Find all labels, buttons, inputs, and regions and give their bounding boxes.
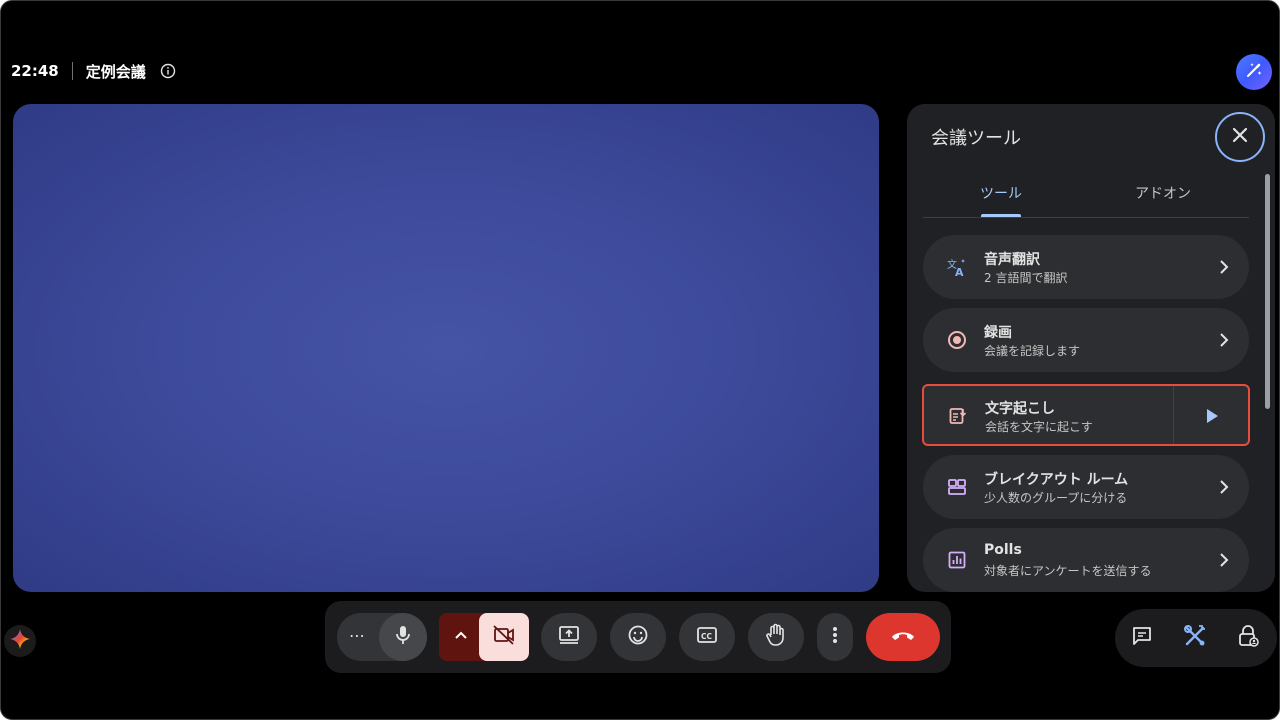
meeting-time: 22:48 [11, 62, 59, 80]
raise-hand-button[interactable] [748, 613, 804, 661]
tool-name: Polls [984, 542, 1022, 558]
tools-icon [1182, 623, 1208, 653]
close-panel-button[interactable] [1215, 112, 1265, 162]
poll-icon [947, 550, 967, 570]
chevron-right-icon [1217, 479, 1231, 495]
meeting-tools-panel: 会議ツール ツール アドオン 文A 音声翻訳 2 言語間で翻訳 録画 会議を記録… [907, 104, 1275, 592]
tool-transcription: 文字起こし 会話を文字に起こす [922, 384, 1250, 446]
tool-recording[interactable]: 録画 会議を記録します [923, 308, 1249, 372]
reactions-button[interactable] [610, 613, 666, 661]
meeting-info-bar: 22:48 定例会議 [11, 59, 176, 83]
divider [1173, 386, 1174, 444]
breakout-icon [947, 477, 967, 497]
meeting-title: 定例会議 [85, 62, 146, 81]
tool-name: ブレイクアウト ルーム [984, 472, 1129, 488]
meeting-tools-button[interactable] [1181, 624, 1209, 652]
audio-controls: ⋯ [337, 613, 427, 661]
svg-text:A: A [955, 266, 964, 277]
closed-captions-icon: CC [696, 625, 718, 649]
panel-scrollbar[interactable] [1265, 174, 1270, 409]
tab-addons[interactable]: アドオン [1135, 183, 1191, 203]
tool-name: 音声翻訳 [984, 252, 1040, 268]
side-controls [1115, 609, 1277, 667]
tab-tools[interactable]: ツール [980, 183, 1022, 203]
present-screen-icon [557, 624, 581, 650]
hang-up-icon [890, 628, 916, 647]
microphone-icon [393, 624, 413, 650]
host-controls-button[interactable] [1234, 624, 1262, 652]
tool-description: 2 言語間で翻訳 [984, 271, 1068, 285]
tool-description: 対象者にアンケートを送信する [984, 564, 1152, 578]
transcript-icon [948, 406, 968, 426]
close-icon [1231, 126, 1249, 148]
magic-pen-button[interactable] [1236, 54, 1272, 90]
tool-breakout-rooms[interactable]: ブレイクアウト ルーム 少人数のグループに分ける [923, 455, 1249, 519]
camera-toggle-button[interactable] [479, 613, 529, 661]
more-vert-icon [832, 625, 838, 649]
active-tab-indicator [981, 214, 1021, 217]
emoji-icon [627, 624, 649, 650]
panel-title: 会議ツール [931, 128, 1021, 149]
hand-icon [765, 623, 787, 651]
tool-description: 会話を文字に起こす [985, 420, 1093, 434]
audio-options-button[interactable]: ⋯ [349, 626, 366, 645]
captions-button[interactable]: CC [679, 613, 735, 661]
magic-pen-icon [1244, 60, 1264, 84]
tool-name: 文字起こし [985, 401, 1055, 417]
transcription-open-area[interactable]: 文字起こし 会話を文字に起こす [924, 386, 1173, 444]
tool-translation[interactable]: 文A 音声翻訳 2 言語間で翻訳 [923, 235, 1249, 299]
camera-off-icon [492, 624, 516, 650]
meet-window: 22:48 定例会議 会議ツール ツール アドオン 文A 音声翻訳 2 言語間で… [0, 0, 1280, 720]
chevron-right-icon [1217, 552, 1231, 568]
tool-description: 少人数のグループに分ける [984, 491, 1128, 505]
divider [71, 62, 73, 80]
record-icon [947, 330, 967, 350]
chevron-right-icon [1217, 332, 1231, 348]
camera-options-button[interactable] [453, 628, 469, 644]
chat-button[interactable] [1128, 624, 1156, 652]
tool-description: 会議を記録します [984, 344, 1081, 358]
gemini-button[interactable] [4, 625, 36, 657]
call-controls: ⋯ CC [325, 601, 951, 673]
leave-call-button[interactable] [866, 613, 940, 661]
gemini-spark-icon [9, 628, 31, 654]
svg-text:CC: CC [701, 632, 713, 641]
tool-polls[interactable]: Polls 対象者にアンケートを送信する [923, 528, 1249, 592]
participant-video-tile[interactable] [13, 104, 879, 592]
start-transcription-button[interactable] [1204, 406, 1220, 426]
chevron-right-icon [1217, 259, 1231, 275]
present-screen-button[interactable] [541, 613, 597, 661]
microphone-button[interactable] [379, 613, 427, 661]
translate-icon: 文A [947, 257, 967, 279]
chat-icon [1130, 624, 1154, 652]
panel-tabs: ツール アドオン [923, 164, 1249, 218]
info-icon[interactable] [160, 63, 176, 79]
lock-person-icon [1236, 624, 1260, 652]
camera-controls [439, 613, 529, 661]
more-options-button[interactable] [817, 613, 853, 661]
tool-name: 録画 [984, 325, 1012, 341]
